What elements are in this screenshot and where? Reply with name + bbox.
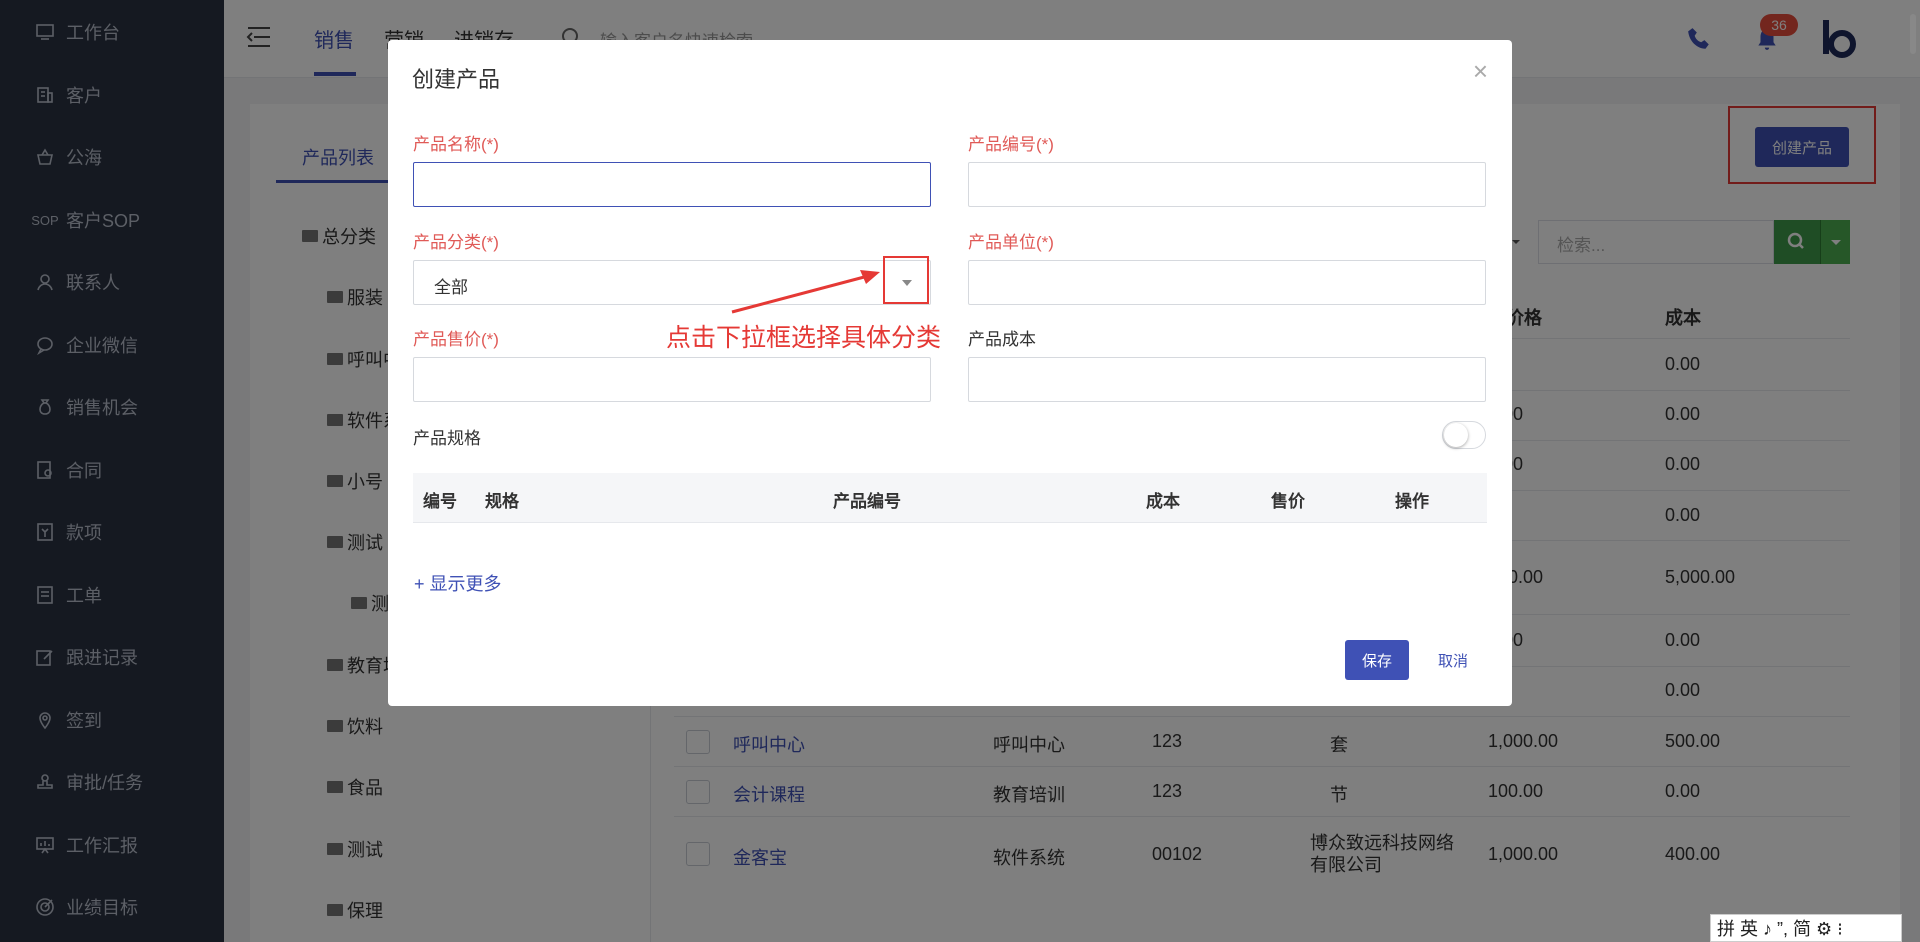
product-name-input[interactable] xyxy=(413,162,931,207)
product-name-label: 产品名称(*) xyxy=(413,135,499,154)
show-more-link[interactable]: + 显示更多 xyxy=(414,570,502,596)
spec-col-cost: 成本 xyxy=(1146,492,1180,511)
spec-col-price: 售价 xyxy=(1271,492,1305,511)
spec-toggle[interactable] xyxy=(1442,421,1486,449)
product-price-input[interactable] xyxy=(413,357,931,402)
annotation-arrow-icon xyxy=(731,270,880,314)
close-icon[interactable]: × xyxy=(1473,56,1488,87)
spec-col-spec: 规格 xyxy=(485,492,519,511)
dialog-title: 创建产品 xyxy=(412,67,501,92)
product-unit-label: 产品单位(*) xyxy=(968,233,1054,252)
save-button[interactable]: 保存 xyxy=(1345,640,1409,680)
spec-table-header: 编号 规格 产品编号 成本 售价 操作 xyxy=(413,473,1487,523)
product-unit-input[interactable] xyxy=(968,260,1486,305)
product-spec-label: 产品规格 xyxy=(413,429,481,448)
product-category-label: 产品分类(*) xyxy=(413,233,499,252)
cancel-button[interactable]: 取消 xyxy=(1438,650,1468,671)
ime-toolbar[interactable]: 拼 英 ♪ ”, 简 ⚙ ⁝ xyxy=(1710,914,1902,942)
scrollbar[interactable] xyxy=(1910,14,1916,54)
spec-col-code: 产品编号 xyxy=(833,492,901,511)
annotation-text: 点击下拉框选择具体分类 xyxy=(666,324,942,352)
toggle-knob xyxy=(1444,423,1468,447)
create-product-dialog: 创建产品 × 产品名称(*) 产品编号(*) 产品分类(*) 全部 点击下拉框选… xyxy=(388,40,1512,706)
product-cost-label: 产品成本 xyxy=(968,330,1036,349)
dropdown-highlight-box xyxy=(883,256,929,304)
product-price-label: 产品售价(*) xyxy=(413,330,499,349)
product-cost-input[interactable] xyxy=(968,357,1486,402)
product-code-label: 产品编号(*) xyxy=(968,135,1054,154)
spec-col-actions: 操作 xyxy=(1395,492,1429,511)
product-code-input[interactable] xyxy=(968,162,1486,207)
ime-toolbar-text: 拼 英 ♪ ”, 简 ⚙ ⁝ xyxy=(1717,919,1843,939)
category-selected-value: 全部 xyxy=(434,278,468,297)
spec-col-number: 编号 xyxy=(423,492,457,511)
